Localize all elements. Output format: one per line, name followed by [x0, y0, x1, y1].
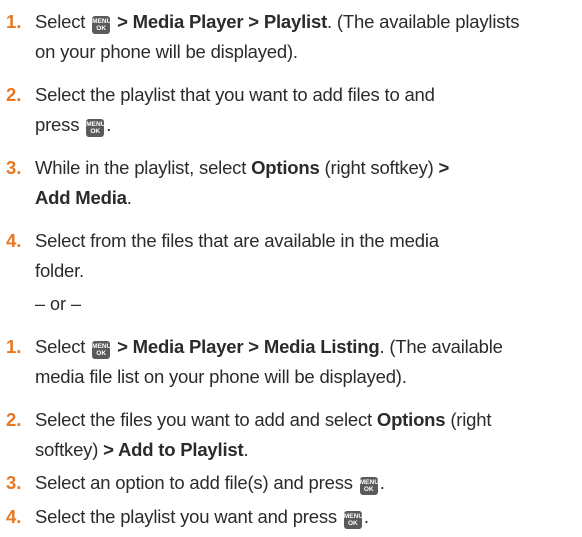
step-number: 3. — [6, 157, 22, 178]
step-text: Select from the files that are available… — [35, 230, 439, 281]
step-number: 4. — [6, 230, 22, 251]
step-text: Select an option to add file(s) and pres… — [35, 472, 385, 495]
step-number: 4. — [6, 506, 22, 527]
step-text: Select the playlist you want and press M… — [35, 506, 369, 529]
instruction-page: 1. Select MENU OK > Media Player > Playli… — [0, 0, 582, 537]
step-number: 1. — [6, 336, 22, 357]
or-separator: – or – — [35, 294, 82, 314]
menu-ok-key-icon: MENU OK — [343, 511, 364, 529]
step-text: Select the files you want to add and sel… — [35, 409, 492, 460]
step-text: Select MENU OK > Media Player > Playlist.… — [35, 11, 520, 62]
step-number: 3. — [6, 472, 22, 493]
step-text: Select MENU OK > Media Player > Media Lis… — [35, 336, 503, 387]
step-number: 1. — [6, 11, 22, 32]
menu-ok-key-icon: MENU OK — [359, 477, 379, 495]
step-text: Select the playlist that you want to add… — [35, 84, 435, 137]
step-number: 2. — [6, 84, 22, 105]
step-number: 2. — [6, 409, 22, 430]
menu-ok-key-icon: MENU OK — [86, 119, 106, 137]
step-text: While in the playlist, select Options (r… — [35, 157, 450, 208]
menu-ok-key-icon: MENU OK — [92, 16, 112, 34]
menu-ok-key-icon: MENU OK — [92, 341, 112, 359]
